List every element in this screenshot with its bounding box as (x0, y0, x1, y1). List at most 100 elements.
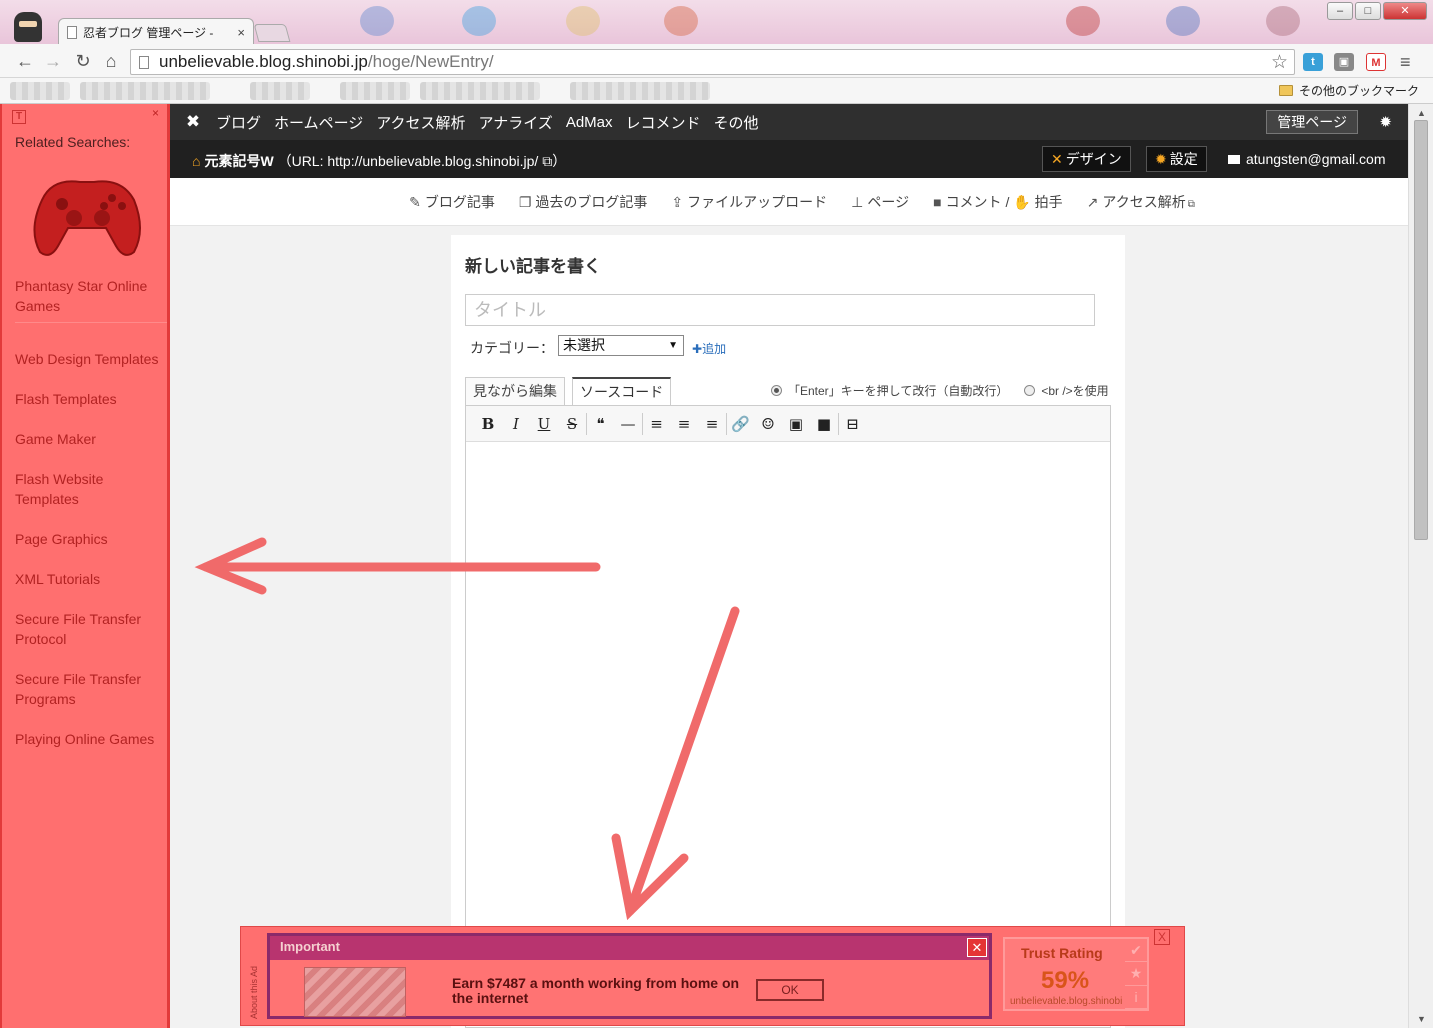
related-searches-heading: Related Searches: (15, 134, 131, 150)
related-search-link[interactable]: Flash Website Templates (15, 469, 167, 529)
page-icon (139, 55, 149, 69)
popup-ok-button[interactable]: OK (756, 979, 824, 1001)
tab-wysiwyg[interactable]: 見ながら編集 (465, 377, 565, 405)
nav-admax[interactable]: AdMax (566, 114, 613, 131)
link-icon[interactable]: 🔗 (726, 412, 754, 435)
align-right-button[interactable]: ≡ (698, 413, 726, 435)
gear-icon[interactable]: ✹ (1379, 113, 1392, 131)
nav-recommend[interactable]: レコメンド (626, 112, 701, 133)
related-search-link[interactable]: XML Tutorials (15, 569, 167, 609)
bookmark-item[interactable] (80, 82, 210, 100)
radio-br-tag[interactable] (1024, 385, 1036, 396)
bookmark-item[interactable] (420, 82, 540, 100)
video-icon[interactable]: ■ (810, 413, 838, 435)
title-input[interactable]: タイトル (465, 294, 1095, 326)
ad-close-button[interactable]: X (1154, 929, 1170, 945)
bookmark-item[interactable] (570, 82, 710, 100)
forward-arrow-icon[interactable]: → (42, 50, 64, 72)
scroll-down-arrow-icon[interactable]: ▼ (1417, 1014, 1426, 1024)
emoji-icon[interactable]: ☺ (754, 413, 782, 435)
info-icon[interactable]: i (1125, 986, 1147, 1009)
quote-button[interactable]: ❝ (586, 412, 614, 435)
nav-homepage[interactable]: ホームページ (274, 112, 363, 133)
about-this-ad-label[interactable]: About this Ad (249, 966, 259, 1019)
nav-access-analysis[interactable]: アクセス解析 (376, 112, 465, 133)
external-link-icon: ⧉ (1187, 198, 1195, 210)
add-category-link[interactable]: ✚追加 (692, 340, 726, 357)
bookmark-item[interactable] (10, 82, 70, 100)
settings-button[interactable]: ✹ 設定 (1146, 146, 1207, 172)
italic-button[interactable]: I (502, 413, 530, 435)
gmail-extension-icon[interactable]: M (1366, 53, 1386, 71)
check-icon[interactable]: ✔ (1125, 939, 1147, 963)
id-card-icon (1228, 155, 1240, 164)
related-search-link[interactable]: Flash Templates (15, 389, 167, 429)
minimize-button[interactable]: – (1327, 2, 1353, 20)
shinobi-logo-icon[interactable]: ✖ (170, 112, 216, 132)
subnav-access-analysis[interactable]: ↗ アクセス解析 ⧉ (1087, 192, 1199, 212)
blog-url[interactable]: （URL: http://unbelievable.blog.shinobi.j… (278, 153, 539, 169)
category-select[interactable]: 未選択 ▼ (558, 335, 684, 356)
bookmark-star-icon[interactable]: ☆ (1271, 51, 1288, 74)
star-icon[interactable]: ★ (1125, 962, 1147, 986)
browser-tab[interactable]: 忍者ブログ 管理ページ - × (58, 18, 254, 46)
account-email: atungsten@gmail.com (1246, 151, 1386, 167)
twitter-extension-icon[interactable]: t (1303, 53, 1323, 71)
address-bar[interactable]: unbelievable.blog.shinobi.jp/hoge/NewEnt… (130, 49, 1295, 75)
bookmark-item[interactable] (340, 82, 410, 100)
page-icon (67, 26, 77, 39)
reload-icon[interactable]: ↻ (72, 50, 94, 72)
page-scrollbar[interactable]: ▲ ▼ (1408, 104, 1433, 1028)
related-search-link[interactable]: Phantasy Star Online Games (15, 276, 167, 323)
tab-close-button[interactable]: × (237, 25, 245, 40)
popup-close-button[interactable]: ✕ (967, 938, 987, 957)
extension-icon[interactable]: ▣ (1334, 53, 1354, 71)
strikethrough-button[interactable]: S (558, 413, 586, 435)
scroll-thumb[interactable] (1414, 120, 1428, 540)
new-tab-button[interactable] (253, 24, 291, 42)
close-window-button[interactable]: ✕ (1383, 2, 1427, 20)
related-search-link[interactable]: Game Maker (15, 429, 167, 469)
align-left-button[interactable]: ≡ (642, 412, 670, 435)
desktop-icon (1166, 6, 1200, 36)
page-break-icon[interactable]: ⊟ (838, 412, 866, 435)
home-icon[interactable]: ⌂ (100, 50, 122, 72)
external-link-icon[interactable]: ⧉ (542, 153, 552, 169)
tab-source-code[interactable]: ソースコード (572, 377, 672, 405)
back-arrow-icon[interactable]: ← (14, 50, 36, 72)
align-center-button[interactable]: ≡ (670, 413, 698, 435)
subnav-past-posts[interactable]: ❐ 過去のブログ記事 (519, 192, 648, 212)
scroll-up-arrow-icon[interactable]: ▲ (1417, 108, 1426, 118)
related-search-link[interactable]: Page Graphics (15, 529, 167, 569)
blog-name[interactable]: 元素記号W (204, 153, 273, 169)
subnav-comments[interactable]: ■ コメント / ✋ 拍手 (933, 192, 1063, 212)
subnav-blog-posts[interactable]: ✎ ブログ記事 (409, 192, 495, 212)
design-button[interactable]: ✕ デザイン (1042, 146, 1131, 172)
maximize-button[interactable]: □ (1355, 2, 1381, 20)
bold-button[interactable]: B (474, 413, 502, 435)
bottom-ad-banner: About this Ad Important ✕ Earn $7487 a m… (240, 926, 1185, 1026)
category-value: 未選択 (563, 337, 605, 353)
underline-button[interactable]: U (530, 413, 558, 435)
related-search-link[interactable]: Secure File Transfer Programs (15, 669, 167, 729)
radio-auto-break[interactable] (771, 385, 782, 396)
admin-page-button[interactable]: 管理ページ (1266, 110, 1358, 134)
subnav-file-upload[interactable]: ⇪ ファイルアップロード (671, 192, 827, 212)
subnav-label: ページ (867, 193, 910, 210)
nav-other[interactable]: その他 (714, 112, 759, 133)
upload-icon: ⇪ (671, 193, 684, 210)
horizontal-rule-button[interactable]: — (614, 413, 642, 435)
related-search-link[interactable]: Secure File Transfer Protocol (15, 609, 167, 669)
desktop-icon (360, 6, 394, 36)
other-bookmarks[interactable]: その他のブックマーク (1278, 82, 1419, 99)
bookmark-item[interactable] (250, 82, 310, 100)
nav-blog[interactable]: ブログ (216, 112, 261, 133)
ad-close-button[interactable]: × (152, 106, 159, 120)
menu-icon[interactable]: ≡ (1400, 52, 1411, 73)
subnav-pages[interactable]: ⊥ ページ (851, 192, 909, 212)
nav-analyze[interactable]: アナライズ (479, 112, 553, 133)
related-search-link[interactable]: Web Design Templates (15, 349, 167, 389)
related-search-link[interactable]: Playing Online Games (15, 729, 167, 769)
image-icon[interactable]: ▣ (782, 413, 810, 435)
account-link[interactable]: atungsten@gmail.com (1228, 151, 1386, 167)
